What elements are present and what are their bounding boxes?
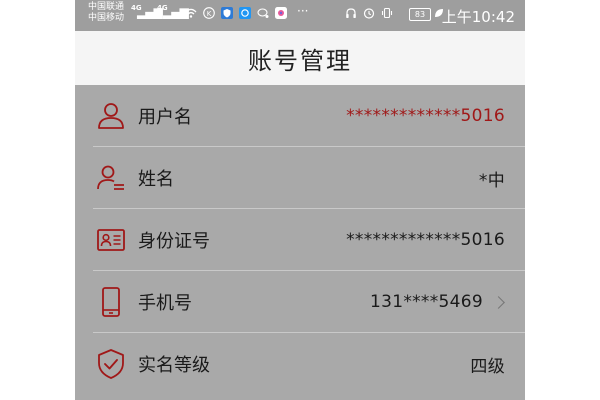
title-bar: 账号管理: [75, 31, 525, 85]
row-label: 身份证号: [138, 231, 210, 252]
wifi-icon: [185, 8, 197, 18]
carrier-2: 中国移动: [88, 13, 125, 23]
phone-value: 131****5469: [369, 292, 483, 312]
battery-icon: 83: [409, 8, 431, 21]
phone-screen: 中国联通 中国移动 4G ▂▄▆ 4G ▂▄▆ K ··· 83 上午10:42…: [75, 0, 525, 400]
svg-text:K: K: [207, 10, 212, 18]
clock: 上午10:42: [441, 8, 515, 26]
page-title: 账号管理: [248, 46, 352, 75]
shield-check-icon: [98, 349, 124, 379]
username-value: *************5016: [346, 106, 505, 126]
status-bar: 中国联通 中国移动 4G ▂▄▆ 4G ▂▄▆ K ··· 83 上午10:42: [75, 0, 525, 31]
chat-icon: [257, 8, 269, 18]
alarm-icon: [363, 8, 375, 19]
verification-level-value: 四级: [470, 356, 505, 377]
row-name[interactable]: 姓名 *中: [75, 147, 525, 209]
flower-app-icon: [275, 7, 287, 19]
browser-app-icon: [239, 7, 251, 19]
row-username[interactable]: 用户名 *************5016: [75, 85, 525, 147]
headphone-icon: [346, 8, 356, 18]
row-verification-level[interactable]: 实名等级 四级: [75, 333, 525, 395]
chevron-right-icon[interactable]: [492, 295, 505, 309]
carrier-1: 中国联通: [88, 2, 125, 12]
carrier-labels: 中国联通 中国移动: [88, 2, 124, 24]
signal-icon-2: ▂▄▆: [163, 5, 189, 19]
account-info-list: 用户名 *************5016 姓名 *中 身份证号 *******…: [75, 85, 525, 395]
id-card-icon: [97, 229, 125, 251]
row-label: 用户名: [138, 107, 192, 128]
row-label: 实名等级: [138, 355, 210, 376]
person-icon: [98, 103, 124, 129]
phone-icon: [102, 287, 120, 317]
row-label: 姓名: [138, 169, 174, 190]
shield-app-icon: [221, 7, 233, 19]
row-id-number[interactable]: 身份证号 *************5016: [75, 209, 525, 271]
name-value: *中: [478, 170, 505, 191]
row-label: 手机号: [138, 293, 192, 314]
id-number-value: *************5016: [346, 230, 505, 250]
more-notifications-icon: ···: [297, 4, 309, 18]
k-app-icon: K: [203, 7, 215, 19]
vibrate-icon: [381, 7, 393, 19]
person-list-icon: [97, 165, 124, 190]
row-phone[interactable]: 手机号 131****5469: [75, 271, 525, 333]
